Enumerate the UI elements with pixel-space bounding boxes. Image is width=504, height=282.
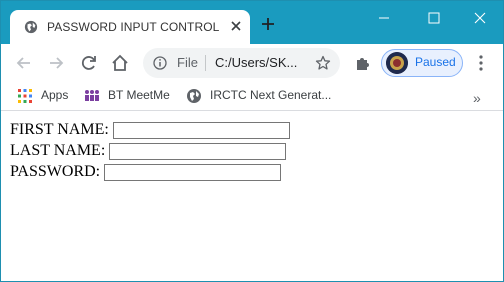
- bookmark-label: BT MeetMe: [108, 88, 170, 102]
- first-name-input[interactable]: [112, 121, 290, 139]
- avatar: [386, 52, 408, 74]
- close-tab-icon[interactable]: [229, 19, 243, 33]
- last-name-label: LAST NAME:: [10, 142, 106, 160]
- bookmark-apps[interactable]: Apps: [17, 87, 77, 105]
- browser-window: PASSWORD INPUT CONTROL File C:/Users/SK.…: [0, 0, 504, 282]
- home-icon[interactable]: [110, 53, 130, 73]
- tab-title: PASSWORD INPUT CONTROL: [47, 20, 220, 34]
- extensions-puzzle-icon[interactable]: [355, 55, 371, 71]
- url-text[interactable]: C:/Users/SK...: [215, 55, 297, 70]
- password-row: PASSWORD:: [10, 163, 282, 183]
- omnibox-divider: [205, 55, 206, 71]
- info-icon[interactable]: [153, 56, 167, 70]
- apps-grid-icon: [18, 89, 32, 103]
- bookmark-label: Apps: [41, 88, 69, 102]
- reload-icon[interactable]: [79, 53, 99, 73]
- back-arrow-icon[interactable]: [14, 53, 34, 73]
- avatar-emblem-icon: [386, 52, 408, 74]
- meetme-icon: [85, 90, 99, 101]
- password-label: PASSWORD:: [10, 163, 101, 181]
- toolbar: File C:/Users/SK... Paused: [1, 44, 503, 82]
- url-scheme: File: [177, 55, 198, 70]
- globe-icon: [187, 89, 201, 103]
- first-name-label: FIRST NAME:: [10, 121, 109, 139]
- bookmark-label: IRCTC Next Generat...: [210, 88, 332, 102]
- more-bookmarks-chevron-icon[interactable]: »: [473, 90, 481, 106]
- address-bar[interactable]: File C:/Users/SK...: [143, 48, 340, 78]
- globe-icon: [24, 20, 38, 34]
- maximize-icon[interactable]: [421, 8, 447, 28]
- bookmark-irctc[interactable]: IRCTC Next Generat...: [186, 87, 331, 105]
- bookmarks-bar: Apps BT MeetMe IRCTC Next Generat... »: [1, 82, 503, 111]
- tab-active[interactable]: PASSWORD INPUT CONTROL: [10, 10, 250, 44]
- forward-arrow-icon[interactable]: [46, 53, 66, 73]
- last-name-row: LAST NAME:: [10, 142, 287, 162]
- minimize-icon[interactable]: [371, 8, 397, 28]
- more-menu-icon[interactable]: [476, 54, 486, 72]
- title-bar: PASSWORD INPUT CONTROL: [1, 1, 503, 44]
- window-close-icon[interactable]: [467, 8, 493, 28]
- new-tab-plus-icon[interactable]: [260, 16, 276, 32]
- bookmark-bt-meetme[interactable]: BT MeetMe: [84, 87, 174, 105]
- password-input[interactable]: [104, 163, 282, 181]
- page-content: FIRST NAME: LAST NAME: PASSWORD:: [1, 111, 503, 281]
- profile-button[interactable]: Paused: [381, 49, 463, 77]
- bookmark-star-icon[interactable]: [315, 55, 331, 71]
- first-name-row: FIRST NAME:: [10, 121, 290, 141]
- profile-status: Paused: [415, 55, 456, 69]
- last-name-input[interactable]: [109, 142, 287, 160]
